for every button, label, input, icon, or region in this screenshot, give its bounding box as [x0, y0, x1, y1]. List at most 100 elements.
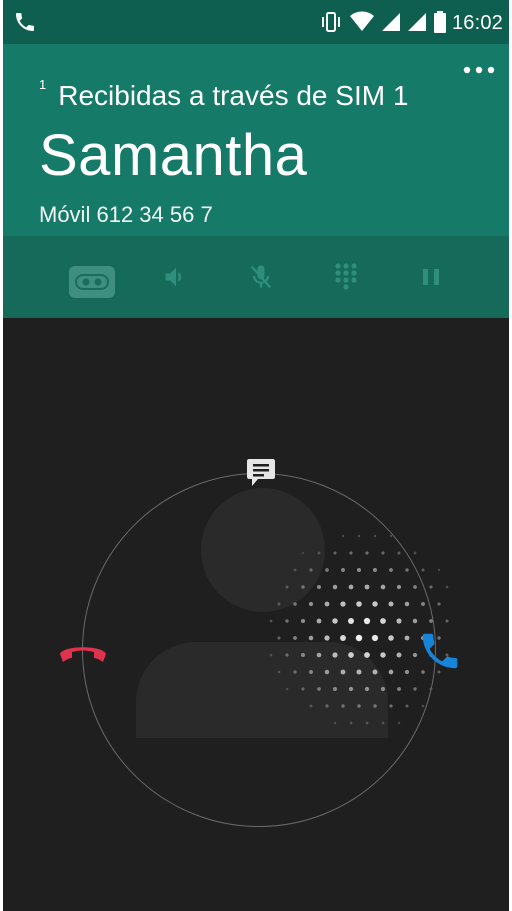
caller-number: Móvil 612 34 56 7: [39, 202, 213, 228]
status-bar: 16:02: [3, 0, 509, 44]
swipe-dot: [285, 687, 289, 691]
swipe-dot: [381, 721, 385, 725]
swipe-dot: [340, 669, 346, 675]
signal-icon: [408, 13, 426, 31]
swipe-dot: [404, 635, 410, 641]
swipe-dot: [325, 704, 329, 708]
swipe-dot: [421, 602, 425, 606]
swipe-dot: [308, 601, 314, 607]
swipe-dot: [380, 686, 386, 692]
swipe-dot: [349, 721, 353, 725]
vibrate-icon: [322, 12, 340, 32]
swipe-dot: [332, 618, 338, 624]
swipe-dot: [388, 635, 394, 641]
swipe-dot: [317, 687, 321, 691]
decline-call-icon[interactable]: [57, 636, 109, 668]
status-time: 16:02: [451, 12, 503, 34]
swipe-dot: [285, 585, 289, 589]
swipe-dot: [341, 704, 345, 708]
swipe-dot: [341, 568, 345, 572]
swipe-dot: [333, 721, 337, 725]
speaker-button[interactable]: [153, 254, 199, 300]
swipe-dot: [413, 687, 417, 691]
sim-index: 1: [39, 76, 47, 92]
swipe-dot: [317, 551, 321, 555]
swipe-dot: [356, 601, 362, 607]
swipe-dot: [293, 636, 297, 640]
more-options-icon[interactable]: [461, 60, 497, 80]
swipe-dot: [324, 601, 330, 607]
swipe-dot: [357, 534, 361, 538]
swipe-dot: [293, 568, 297, 572]
swipe-dot: [412, 618, 418, 624]
swipe-dot: [277, 602, 281, 606]
swipe-dot: [277, 670, 281, 674]
swipe-dot: [348, 584, 354, 590]
swipe-dot: [372, 669, 378, 675]
swipe-dot: [404, 601, 410, 607]
swipe-dot: [363, 617, 371, 625]
swipe-dot: [269, 619, 273, 623]
swipe-dot: [293, 670, 297, 674]
swipe-dot: [333, 551, 337, 555]
swipe-dot: [365, 721, 369, 725]
swipe-dot: [397, 687, 401, 691]
speaker-icon: [165, 267, 182, 287]
voicemail-button[interactable]: [69, 266, 115, 298]
swipe-dot: [277, 636, 281, 640]
swipe-dot: [356, 567, 362, 573]
incoming-call-screen: 16:02 1 Recibidas a través de SIM 1 Saman…: [3, 0, 509, 911]
message-icon[interactable]: [245, 456, 277, 488]
swipe-dot: [333, 687, 337, 691]
swipe-dot: [413, 585, 417, 589]
swipe-dot: [300, 618, 306, 624]
swipe-dot: [396, 618, 402, 624]
swipe-dot: [309, 568, 313, 572]
swipe-dot: [301, 653, 305, 657]
swipe-dot: [404, 669, 410, 675]
swipe-dot: [269, 653, 273, 657]
dialpad-button[interactable]: [323, 254, 369, 300]
swipe-dot: [349, 551, 353, 555]
mute-button[interactable]: [238, 254, 284, 300]
hold-button[interactable]: [408, 254, 454, 300]
call-header: 1 Recibidas a través de SIM 1 Samantha Mó…: [3, 44, 509, 236]
swipe-dot: [316, 618, 322, 624]
swipe-dot: [389, 534, 393, 538]
swipe-dot: [364, 686, 370, 692]
call-controls: [3, 236, 509, 318]
swipe-dot: [413, 551, 417, 555]
swipe-dot: [380, 652, 386, 658]
mute-icon: [250, 265, 272, 289]
swipe-dot: [389, 704, 393, 708]
caller-name: Samantha: [39, 123, 308, 188]
swipe-dot: [332, 584, 338, 590]
swipe-dot: [429, 687, 433, 691]
swipe-dot: [293, 602, 297, 606]
swipe-dot: [396, 584, 402, 590]
swipe-dot: [301, 585, 305, 589]
swipe-dot: [347, 617, 355, 625]
swipe-dot: [364, 652, 370, 658]
swipe-dot: [421, 568, 425, 572]
swipe-dot: [396, 652, 402, 658]
swipe-dot: [365, 551, 369, 555]
voicemail-icon: [75, 274, 109, 290]
phone-icon: [16, 13, 34, 31]
swipe-dot: [285, 619, 289, 623]
swipe-dot: [357, 704, 361, 708]
swipe-dot: [445, 619, 449, 623]
swipe-dot: [364, 584, 370, 590]
swipe-dot: [389, 568, 393, 572]
swipe-dot: [373, 704, 377, 708]
swipe-dot: [371, 634, 379, 642]
answer-call-icon[interactable]: [417, 628, 463, 674]
swipe-dot: [373, 534, 377, 538]
swipe-dot: [356, 669, 362, 675]
swipe-dot: [405, 568, 409, 572]
swipe-dot: [381, 551, 385, 555]
swipe-dot: [372, 567, 378, 573]
swipe-dot: [309, 670, 313, 674]
swipe-dot: [405, 704, 409, 708]
swipe-dot: [380, 618, 386, 624]
